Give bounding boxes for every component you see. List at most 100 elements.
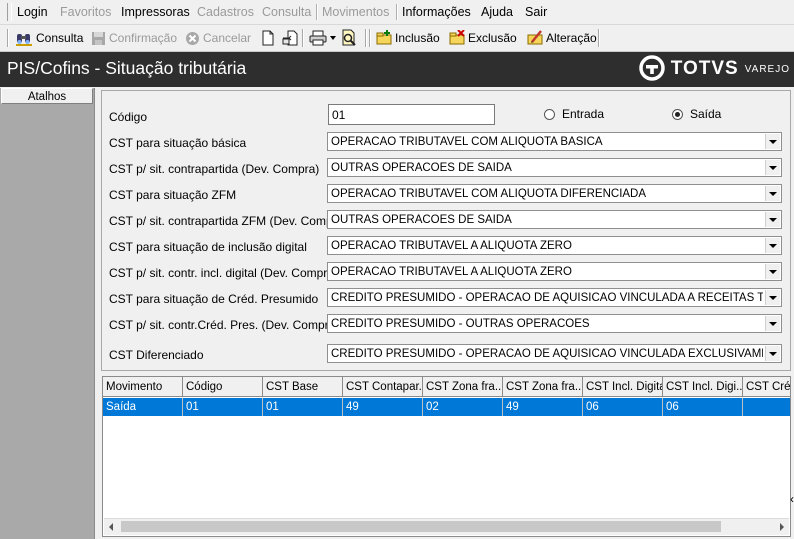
cst-contr-cred-pres-select[interactable]: CREDITO PRESUMIDO - OUTRAS OPERACOES [327,314,782,333]
chevron-down-icon[interactable] [765,186,780,201]
scroll-right-icon[interactable] [780,523,784,531]
menu-bar: Login Favoritos Impressoras Cadastros Co… [0,0,794,25]
shortcuts-sidebar: Atalhos [0,88,95,539]
consulta-button[interactable]: Consulta [15,28,83,48]
column-header-cst-zona-franca-2[interactable]: CST Zona fra... [503,377,583,397]
cst-basica-select[interactable]: OPERACAO TRIBUTAVEL COM ALIQUOTA BASICA [327,132,782,151]
table-cell: 49 [343,398,423,416]
inclusao-label: Inclusão [395,31,440,45]
chevron-down-icon[interactable] [765,134,780,149]
radio-entrada[interactable]: Entrada [544,107,604,121]
table-cell [743,398,790,416]
alteracao-label: Alteração [546,31,597,45]
cst-cred-presumido-select[interactable]: CREDITO PRESUMIDO - OPERACAO DE AQUISICA… [327,288,782,307]
cst-inclusao-digital-label: CST para situação de inclusão digital [109,240,307,254]
menu-cadastros[interactable]: Cadastros [197,4,254,20]
cst-inclusao-digital-value: OPERACAO TRIBUTAVEL A ALIQUOTA ZERO [331,240,572,252]
table-cell: Saída [103,398,183,416]
printer-icon [309,30,327,46]
column-header-cst-contapar[interactable]: CST Contapar... [343,377,423,397]
cst-zfm-select[interactable]: OPERACAO TRIBUTAVEL COM ALIQUOTA DIFEREN… [327,184,782,203]
table-cell: 01 [263,398,343,416]
cst-contr-cred-pres-value: CREDITO PRESUMIDO - OUTRAS OPERACOES [331,318,590,330]
cst-contr-incl-digital-select[interactable]: OPERACAO TRIBUTAVEL A ALIQUOTA ZERO [327,262,782,281]
resize-handle[interactable]: ‹ [790,493,794,505]
menu-movimentos[interactable]: Movimentos [322,4,389,20]
cst-inclusao-digital-select[interactable]: OPERACAO TRIBUTAVEL A ALIQUOTA ZERO [327,236,782,255]
toolbar-separator [598,29,600,47]
cst-zfm-label: CST para situação ZFM [109,188,237,202]
consulta-label: Consulta [36,31,84,45]
menu-impressoras[interactable]: Impressoras [121,4,190,20]
radio-saida-label: Saída [690,107,722,121]
menu-sair[interactable]: Sair [525,4,547,20]
confirmacao-button[interactable]: Confirmação [91,28,177,48]
cst-grid: Movimento Código CST Base CST Contapar..… [102,376,791,537]
column-header-cst-base[interactable]: CST Base [263,377,343,397]
binoculars-icon [15,30,33,46]
scroll-left-icon[interactable] [109,523,113,531]
alteracao-button[interactable]: Alteração [527,28,597,48]
menu-login[interactable]: Login [17,4,48,20]
column-header-cst-incl-digital[interactable]: CST Incl. Digital [583,377,663,397]
chevron-down-icon[interactable] [765,212,780,227]
chevron-down-icon[interactable] [765,238,780,253]
print-preview-button[interactable] [340,28,358,48]
table-cell: 49 [503,398,583,416]
brand-name: TOTVS [670,58,739,79]
menu-separator [316,4,318,20]
cancel-icon [185,31,200,46]
column-header-cst-cred[interactable]: CST Créd [743,377,790,397]
chevron-down-icon[interactable] [330,36,336,40]
chevron-down-icon[interactable] [765,346,780,361]
print-button[interactable] [309,28,336,48]
cst-diferenciado-select[interactable]: CREDITO PRESUMIDO - OPERACAO DE AQUISICA… [327,344,782,363]
chevron-down-icon[interactable] [765,264,780,279]
brand-subtitle: VAREJO [744,64,790,75]
toolbar-separator [302,29,304,47]
exclusao-label: Exclusão [468,31,517,45]
menu-grip [7,3,12,21]
menu-informacoes[interactable]: Informações [402,4,471,20]
column-header-cst-incl-digital-2[interactable]: CST Incl. Digi... [663,377,743,397]
exclusao-button[interactable]: Exclusão [449,28,517,48]
menu-separator [396,4,398,20]
table-row[interactable]: Saída 01 01 49 02 49 06 06 [103,398,790,416]
table-cell: 01 [183,398,263,416]
radio-saida[interactable]: Saída [672,107,721,121]
codigo-label: Código [109,110,148,124]
cst-contrapartida-zfm-value: OUTRAS OPERACOES DE SAIDA [331,214,512,226]
cst-zfm-value: OPERACAO TRIBUTAVEL COM ALIQUOTA DIFEREN… [331,188,647,200]
column-header-codigo[interactable]: Código [183,377,263,397]
confirmacao-label: Confirmação [109,31,178,45]
radio-entrada-dot[interactable] [544,108,555,120]
toolbar-separator [365,29,367,47]
horizontal-scrollbar[interactable] [104,518,789,535]
delete-icon [449,30,465,46]
menu-ajuda[interactable]: Ajuda [481,4,513,20]
cst-contrapartida-zfm-label: CST p/ sit. contrapartida ZFM (Dev. Comp… [109,214,348,228]
cst-contrapartida-select[interactable]: OUTRAS OPERACOES DE SAIDA [327,158,782,177]
export-button[interactable] [282,28,299,48]
cst-contrapartida-zfm-select[interactable]: OUTRAS OPERACOES DE SAIDA [327,210,782,229]
chevron-down-icon[interactable] [765,316,780,331]
sidebar-header-atalhos[interactable]: Atalhos [1,88,93,104]
new-document-button[interactable] [261,28,275,48]
export-icon [282,30,299,46]
radio-saida-dot[interactable] [672,108,683,120]
chevron-down-icon[interactable] [765,160,780,175]
grid-header: Movimento Código CST Base CST Contapar..… [103,377,790,397]
column-header-cst-zona-franca[interactable]: CST Zona fra... [423,377,503,397]
inclusao-button[interactable]: Inclusão [376,28,440,48]
scrollbar-thumb[interactable] [121,521,721,532]
menu-consulta[interactable]: Consulta [262,4,311,20]
cst-diferenciado-value: CREDITO PRESUMIDO - OPERACAO DE AQUISICA… [331,348,763,360]
cancelar-button[interactable]: Cancelar [185,28,251,48]
toolbar: Consulta Confirmação Cancelar Inclusão E… [0,25,794,52]
cst-contr-incl-digital-label: CST p/ sit. contr. incl. digital (Dev. C… [109,266,338,280]
chevron-down-icon[interactable] [765,290,780,305]
menu-favoritos[interactable]: Favoritos [60,4,111,20]
table-cell: 02 [423,398,503,416]
column-header-movimento[interactable]: Movimento [103,377,183,397]
codigo-input[interactable]: 01 [328,104,495,125]
